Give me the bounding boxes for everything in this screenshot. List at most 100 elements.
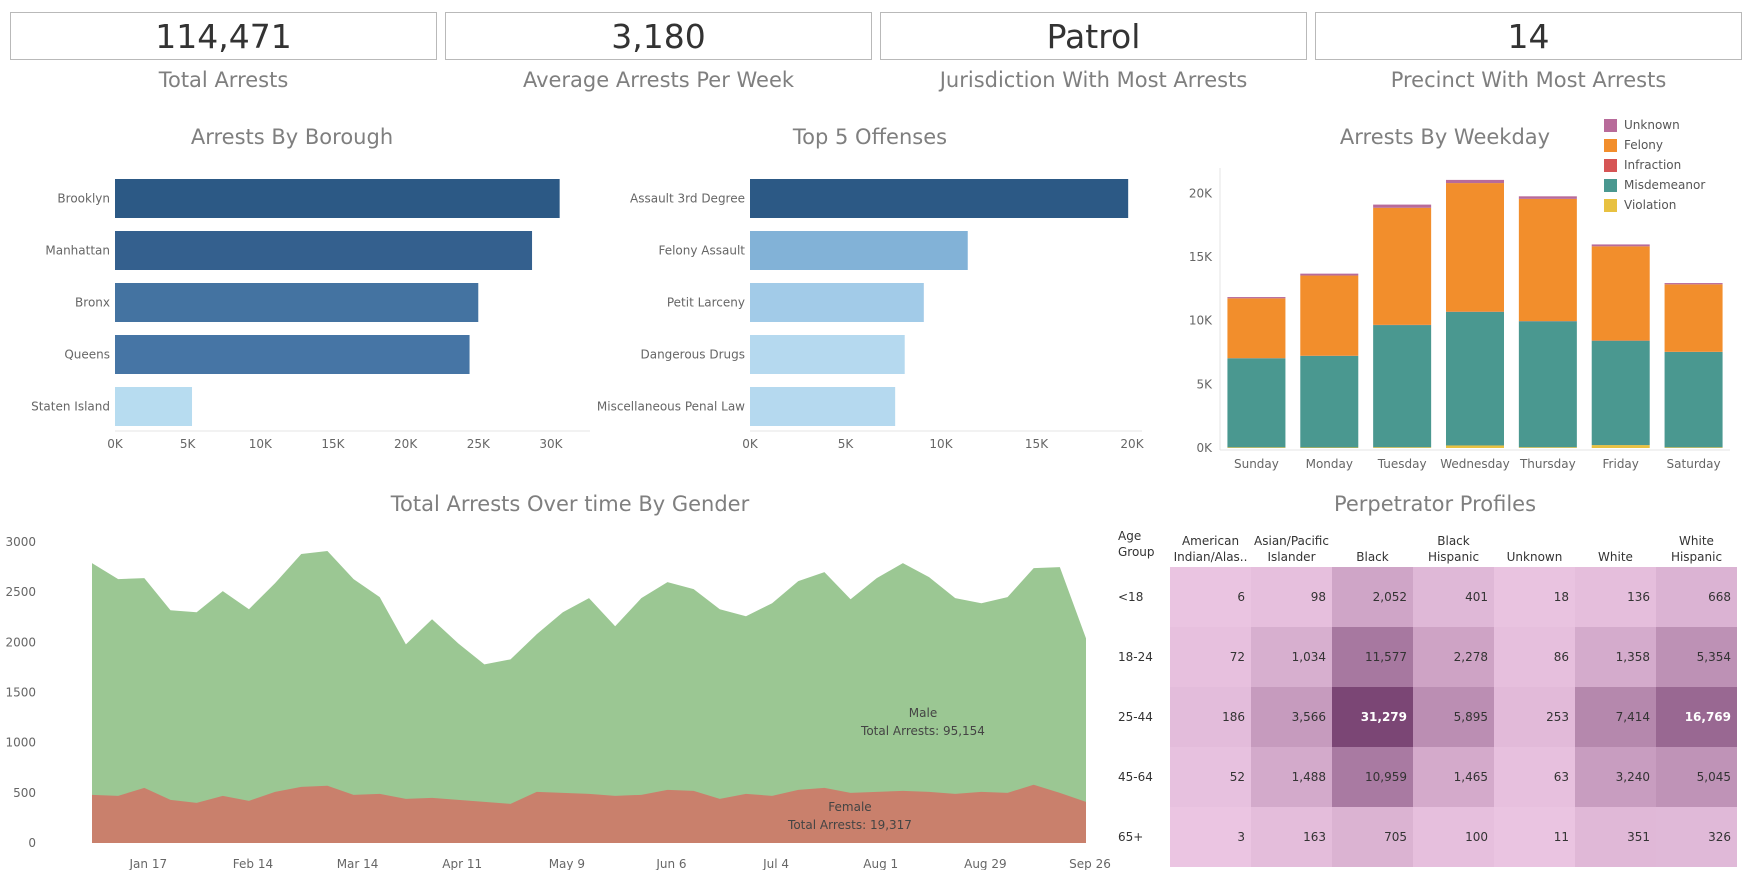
borough-tick-label: 15K	[321, 437, 345, 451]
weekday-bar-unknown	[1665, 283, 1723, 284]
weekday-bar-felony	[1227, 298, 1285, 358]
weekday-bar-unknown	[1300, 274, 1358, 276]
offense-bar	[750, 335, 905, 374]
gender-y-tick-label: 2000	[5, 635, 36, 649]
heatmap-cell-value: 136	[1627, 590, 1650, 604]
heatmap-cell-value: 16,769	[1685, 710, 1731, 724]
legend-item: Violation	[1604, 195, 1705, 215]
gender-x-tick-label: Jul 4	[762, 857, 789, 870]
column-header-label: Unknown	[1507, 550, 1563, 564]
weekday-bar-unknown	[1227, 297, 1285, 298]
legend-label: Unknown	[1624, 118, 1680, 132]
weekday-bar-violation	[1592, 445, 1650, 448]
kpi-jurisdiction-label: Jurisdiction With Most Arrests	[880, 68, 1307, 98]
weekday-bar-violation	[1446, 445, 1504, 448]
weekday-bar-felony	[1300, 276, 1358, 356]
legend-swatch	[1604, 159, 1617, 172]
heatmap-cell-value: 1,488	[1292, 770, 1326, 784]
borough-label: Staten Island	[31, 400, 110, 414]
heatmap-cell-value: 6	[1237, 590, 1245, 604]
column-header-label: Hispanic	[1671, 550, 1722, 564]
heatmap-cell-value: 86	[1554, 650, 1569, 664]
offense-label: Assault 3rd Degree	[630, 192, 745, 206]
heatmap-cell-value: 401	[1465, 590, 1488, 604]
weekday-bar-unknown	[1446, 180, 1504, 183]
heatmap-cell-value: 5,045	[1697, 770, 1731, 784]
gender-x-tick-label: Sep 26	[1069, 857, 1111, 870]
weekday-bar-felony	[1665, 284, 1723, 351]
heatmap-cell-value: 63	[1554, 770, 1569, 784]
gender-y-tick-label: 1500	[5, 686, 36, 700]
borough-tick-label: 20K	[394, 437, 418, 451]
gender-y-tick-label: 2500	[5, 585, 36, 599]
offense-label: Petit Larceny	[667, 296, 745, 310]
borough-bar	[115, 335, 470, 374]
heatmap-cell-value: 2,278	[1454, 650, 1488, 664]
weekday-bar-violation	[1665, 447, 1723, 448]
gender-y-tick-label: 3000	[5, 535, 36, 549]
weekday-bar-misdemeanor	[1665, 352, 1723, 447]
legend-swatch	[1604, 139, 1617, 152]
borough-bar	[115, 179, 560, 218]
heatmap-cell-value: 5,895	[1454, 710, 1488, 724]
heatmap-cell-value: 3,240	[1616, 770, 1650, 784]
heatmap-cell-value: 31,279	[1361, 710, 1407, 724]
gender-x-tick-label: Jun 6	[655, 857, 686, 870]
gender-y-tick-label: 500	[13, 786, 36, 800]
weekday-bar-felony	[1446, 183, 1504, 312]
weekday-x-tick-label: Saturday	[1667, 457, 1721, 471]
kpi-jurisdiction-value: Patrol	[880, 12, 1307, 60]
heatmap-cell-value: 11,577	[1365, 650, 1407, 664]
weekday-x-tick-label: Wednesday	[1440, 457, 1509, 471]
perpetrator-heatmap: AgeGroupAmericanIndian/Alas..Asian/Pacif…	[1108, 525, 1748, 865]
kpi-avg-weekly-value: 3,180	[445, 12, 872, 60]
borough-bar-chart: BrooklynManhattanBronxQueensStaten Islan…	[0, 165, 560, 465]
weekday-y-tick-label: 20K	[1189, 186, 1213, 200]
weekday-bar-felony	[1519, 199, 1577, 321]
weekday-bar-violation	[1373, 447, 1431, 448]
legend-item: Felony	[1604, 135, 1705, 155]
heatmap-cell-value: 186	[1222, 710, 1245, 724]
column-header-label: White	[1598, 550, 1633, 564]
age-group-label: 18-24	[1118, 650, 1153, 664]
heatmap-cell-value: 52	[1230, 770, 1245, 784]
weekday-legend: Unknown Felony Infraction Misdemeanor Violat…	[1604, 115, 1705, 215]
weekday-bar-violation	[1300, 447, 1358, 448]
borough-bar	[115, 283, 478, 322]
legend-label: Misdemeanor	[1624, 178, 1705, 192]
gender-x-tick-label: Jan 17	[129, 857, 168, 870]
gender-x-tick-label: Apr 11	[442, 857, 482, 870]
offense-bar	[750, 283, 924, 322]
heatmap-cell-value: 3,566	[1292, 710, 1326, 724]
weekday-bar-misdemeanor	[1446, 312, 1504, 446]
gender-x-tick-label: Mar 14	[337, 857, 379, 870]
offense-tick-label: 0K	[742, 437, 759, 451]
row-header-label: Group	[1118, 545, 1155, 559]
legend-item: Misdemeanor	[1604, 175, 1705, 195]
borough-bar	[115, 231, 532, 270]
weekday-bar-violation	[1519, 447, 1577, 448]
weekday-bar-felony	[1592, 246, 1650, 340]
legend-item: Infraction	[1604, 155, 1705, 175]
weekday-y-tick-label: 0K	[1196, 441, 1213, 455]
heatmap-cell-value: 100	[1465, 830, 1488, 844]
weekday-bar-unknown	[1373, 205, 1431, 208]
offense-bar	[750, 387, 895, 426]
offense-label: Dangerous Drugs	[640, 348, 745, 362]
heatmap-cell-value: 1,465	[1454, 770, 1488, 784]
legend-label: Felony	[1624, 138, 1663, 152]
heatmap-cell-value: 3	[1237, 830, 1245, 844]
gender-x-tick-label: Feb 14	[233, 857, 273, 870]
age-group-label: 45-64	[1118, 770, 1153, 784]
weekday-bar-misdemeanor	[1592, 341, 1650, 445]
heatmap-cell-value: 7,414	[1616, 710, 1650, 724]
weekday-bar-misdemeanor	[1373, 325, 1431, 447]
heatmap-cell-value: 98	[1311, 590, 1326, 604]
column-header-label: White	[1679, 534, 1714, 548]
heatmap-cell-value: 11	[1554, 830, 1569, 844]
weekday-x-tick-label: Thursday	[1519, 457, 1576, 471]
offense-tick-label: 5K	[838, 437, 855, 451]
heatmap-cell-value: 18	[1554, 590, 1569, 604]
age-group-label: 65+	[1118, 830, 1143, 844]
offense-bar	[750, 231, 968, 270]
